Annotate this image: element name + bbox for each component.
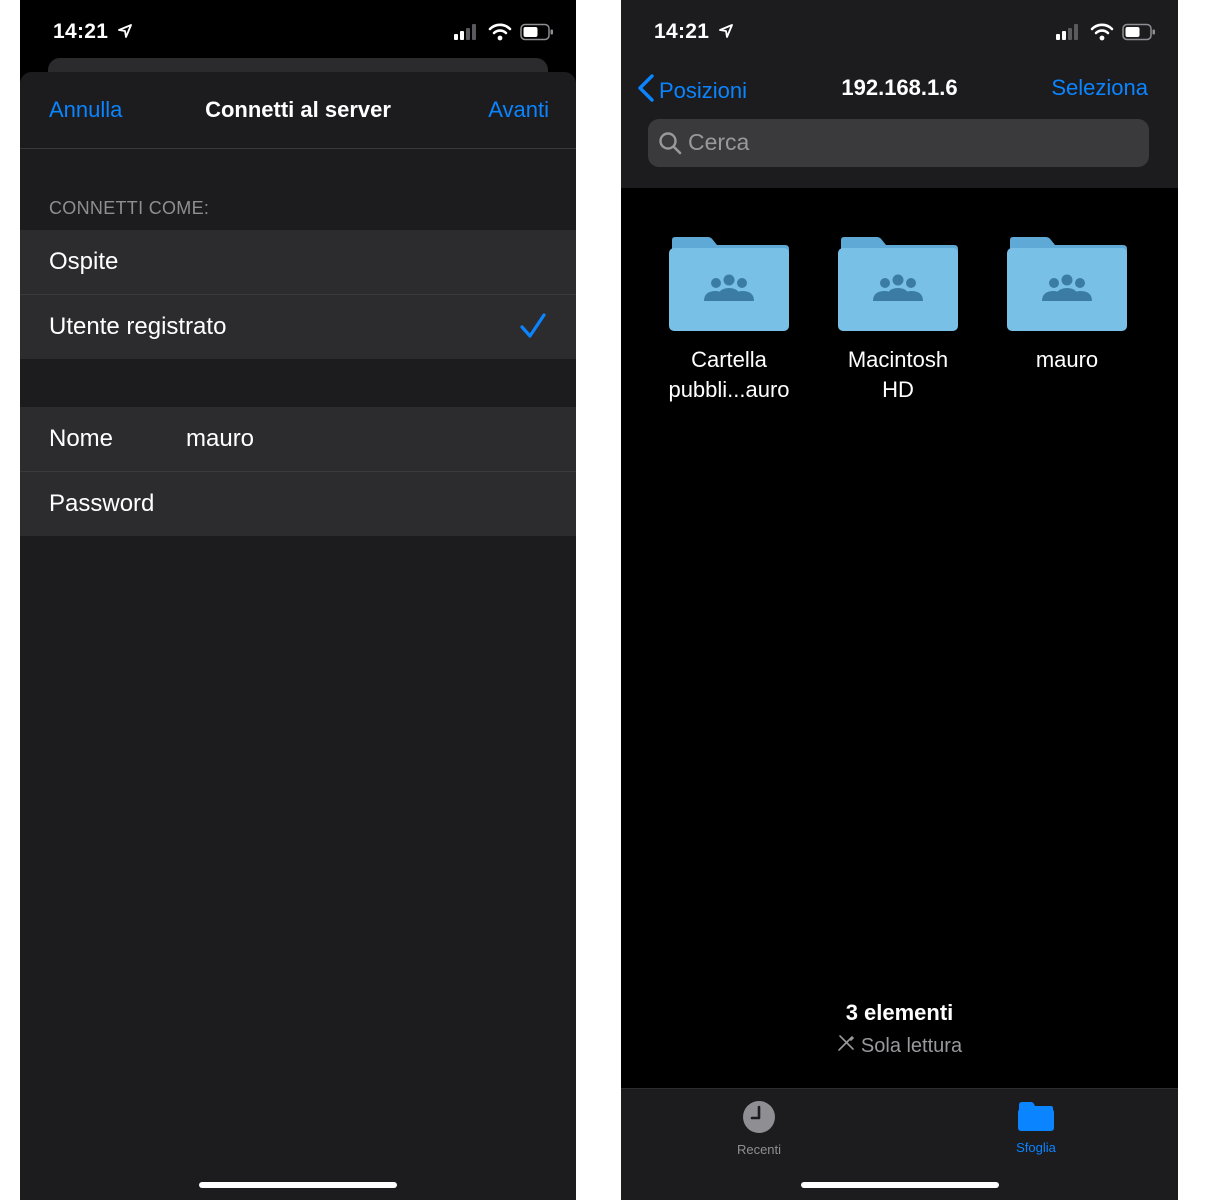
name-label: Nome [49,425,114,452]
shared-folder-icon [837,237,959,336]
connect-as-options: Ospite Utente registrato [20,230,576,359]
folder-name: mauro [1035,347,1099,372]
shared-folder-icon [668,237,790,336]
status-time: 14:21 [654,20,710,43]
option-label: Ospite [49,248,119,275]
battery-icon [520,23,554,46]
search-input[interactable]: Cerca [648,119,1149,167]
option-label: Utente registrato [49,313,227,340]
modal-sheet: Annulla Connetti al server Avanti CONNET… [20,72,576,1200]
navigation-bar: Annulla Connetti al server Avanti [20,72,576,149]
read-only-label: Sola lettura [860,1034,963,1057]
read-only-icon [837,1034,855,1058]
section-header: CONNETTI COME: [49,198,210,218]
home-indicator[interactable] [800,1182,999,1188]
folder-item[interactable]: Cartella pubbli...auro [649,236,809,405]
location-arrow-icon [118,20,133,44]
select-button[interactable]: Seleziona [1051,75,1148,101]
status-bar: 14:21 [20,0,576,62]
credentials-group: Nome mauro Password [20,407,576,536]
tab-label: Recenti [736,1142,782,1157]
status-bar: 14:21 [621,0,1178,62]
checkmark-icon [520,312,546,345]
tab-label: Sfoglia [1016,1140,1056,1155]
option-guest[interactable]: Ospite [20,230,576,295]
wifi-icon [488,23,512,46]
wifi-icon [1090,23,1114,46]
battery-icon [1122,23,1156,46]
folder-name: pubbli...auro [668,377,790,402]
file-browser-screen: 14:21 Posizioni 192.168.1.6 Seleziona Ce… [621,0,1178,1200]
folder-item[interactable]: Macintosh HD [818,236,978,405]
item-count: 3 elementi [845,1000,954,1025]
folder-name: Macintosh [847,347,949,372]
location-arrow-icon [719,20,734,44]
tab-browse[interactable]: Sfoglia [976,1099,1096,1155]
folder-summary: 3 elementi Sola lettura [621,1000,1178,1058]
shared-folder-icon [1006,237,1128,336]
search-placeholder: Cerca [688,129,750,155]
search-icon [658,131,682,160]
folder-name: Cartella [691,347,767,372]
clock-icon [741,1101,777,1139]
name-field[interactable]: mauro [186,425,254,453]
connect-to-server-screen: 14:21 Annulla Connetti al server Avanti … [20,0,576,1200]
name-row[interactable]: Nome mauro [20,407,576,472]
home-indicator[interactable] [199,1182,397,1188]
folder-icon [1017,1102,1055,1137]
tab-recents[interactable]: Recenti [699,1099,819,1157]
cellular-signal-icon [1056,24,1082,45]
folder-item[interactable]: mauro [987,236,1147,375]
option-registered-user[interactable]: Utente registrato [20,295,576,359]
status-time: 14:21 [53,20,109,43]
password-label: Password [49,490,155,517]
password-row[interactable]: Password [20,472,576,536]
cellular-signal-icon [454,24,480,45]
next-button[interactable]: Avanti [488,97,549,123]
folder-name: HD [882,377,914,402]
